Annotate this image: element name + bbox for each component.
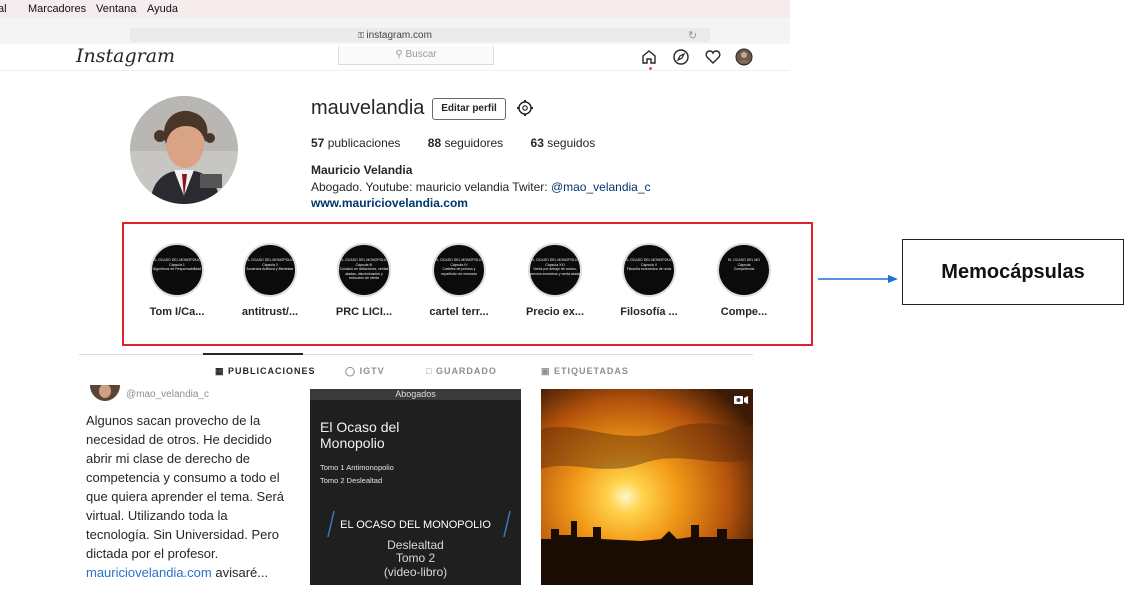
tweet-text: Algunos sacan provecho de la necesidad d… <box>86 411 286 582</box>
arrow-icon <box>818 275 898 283</box>
tweet-handle: @mao_velandia_c <box>126 389 209 400</box>
profile-full-name: Mauricio Velandia <box>311 163 413 177</box>
avatar-photo <box>130 96 238 204</box>
notification-dot <box>649 67 652 70</box>
bookmark-icon: □ <box>426 366 436 376</box>
post2-banner: EL OCASO DEL MONOPOLIO <box>340 519 491 531</box>
post2-sub3: (video-libro) <box>383 565 448 579</box>
profile-username: mauvelandia <box>311 97 425 119</box>
post-tile-2[interactable]: Abogados El Ocaso del Monopolio Tomo 1 A… <box>310 389 521 585</box>
tab-etiquetadas[interactable]: ▣ ETIQUETADAS <box>541 366 629 377</box>
search-placeholder: Buscar <box>405 49 437 60</box>
posts-stat: 57 publicaciones <box>311 136 401 150</box>
post2-line1: Tomo 1 Antimonopolio <box>320 463 394 472</box>
edit-profile-button[interactable]: Editar perfil <box>432 98 506 120</box>
profile-avatar[interactable] <box>130 96 238 204</box>
profile-stats: 57 publicaciones 88 seguidores 63 seguid… <box>311 136 595 150</box>
explore-icon[interactable] <box>672 48 690 66</box>
instagram-logo[interactable]: Instagram <box>76 46 175 66</box>
gear-icon[interactable] <box>516 99 534 117</box>
tweet-avatar <box>90 385 120 401</box>
tweet-body: Algunos sacan provecho de la necesidad d… <box>86 413 285 561</box>
highlight-annotation-box <box>122 222 813 346</box>
url-text: instagram.com <box>366 30 432 41</box>
video-icon <box>734 396 748 404</box>
os-menu-bar: al Marcadores Ventana Ayuda <box>0 0 790 18</box>
menu-item-ventana[interactable]: Ventana <box>96 3 136 15</box>
post2-title: El Ocaso del Monopolio <box>320 419 400 451</box>
igtv-icon: ◯ <box>345 366 360 376</box>
memocapsulas-callout: Memocápsulas <box>902 239 1124 305</box>
post2-sub2: Tomo 2 <box>395 551 436 565</box>
post2-line2: Tomo 2 Deslealtad <box>320 476 383 485</box>
menu-item-partial[interactable]: al <box>0 3 7 15</box>
profile-avatar-icon[interactable] <box>735 48 753 66</box>
reload-icon[interactable]: ↻ <box>688 29 697 42</box>
menu-item-marcadores[interactable]: Marcadores <box>28 3 86 15</box>
tabs-divider <box>79 354 753 355</box>
post2-sub1: Deslealtad <box>387 538 444 552</box>
grid-icon: ▦ <box>215 366 229 376</box>
tweet-more: avisaré... <box>211 565 269 580</box>
tab-guardado[interactable]: □ GUARDADO <box>426 366 497 376</box>
profile-bio: Abogado. Youtube: mauricio velandia Twit… <box>311 180 651 194</box>
menu-item-ayuda[interactable]: Ayuda <box>147 3 178 15</box>
search-input[interactable]: ⚲ Buscar <box>338 46 494 65</box>
tweet-link[interactable]: mauriciovelandia.com <box>86 565 212 580</box>
tab-publicaciones[interactable]: ▦ PUBLICACIONES <box>215 366 316 377</box>
bio-text: Abogado. Youtube: mauricio velandia Twit… <box>311 180 551 194</box>
tag-icon: ▣ <box>541 366 555 376</box>
profile-website-link[interactable]: www.mauriciovelandia.com <box>311 196 468 210</box>
sunset-photo <box>541 389 753 585</box>
home-icon[interactable] <box>640 48 658 66</box>
bio-handle-link[interactable]: @mao_velandia_c <box>551 180 651 194</box>
post-tile-3[interactable] <box>541 389 753 585</box>
active-tab-indicator <box>203 353 303 355</box>
heart-icon[interactable] <box>704 48 722 66</box>
post2-header: Abogados <box>310 389 521 400</box>
address-bar-text: ⚿ instagram.com <box>0 30 790 41</box>
tab-igtv[interactable]: ◯ IGTV <box>345 366 385 377</box>
followers-stat[interactable]: 88 seguidores <box>428 136 503 150</box>
search-icon: ⚲ <box>395 49 406 60</box>
following-stat[interactable]: 63 seguidos <box>531 136 596 150</box>
